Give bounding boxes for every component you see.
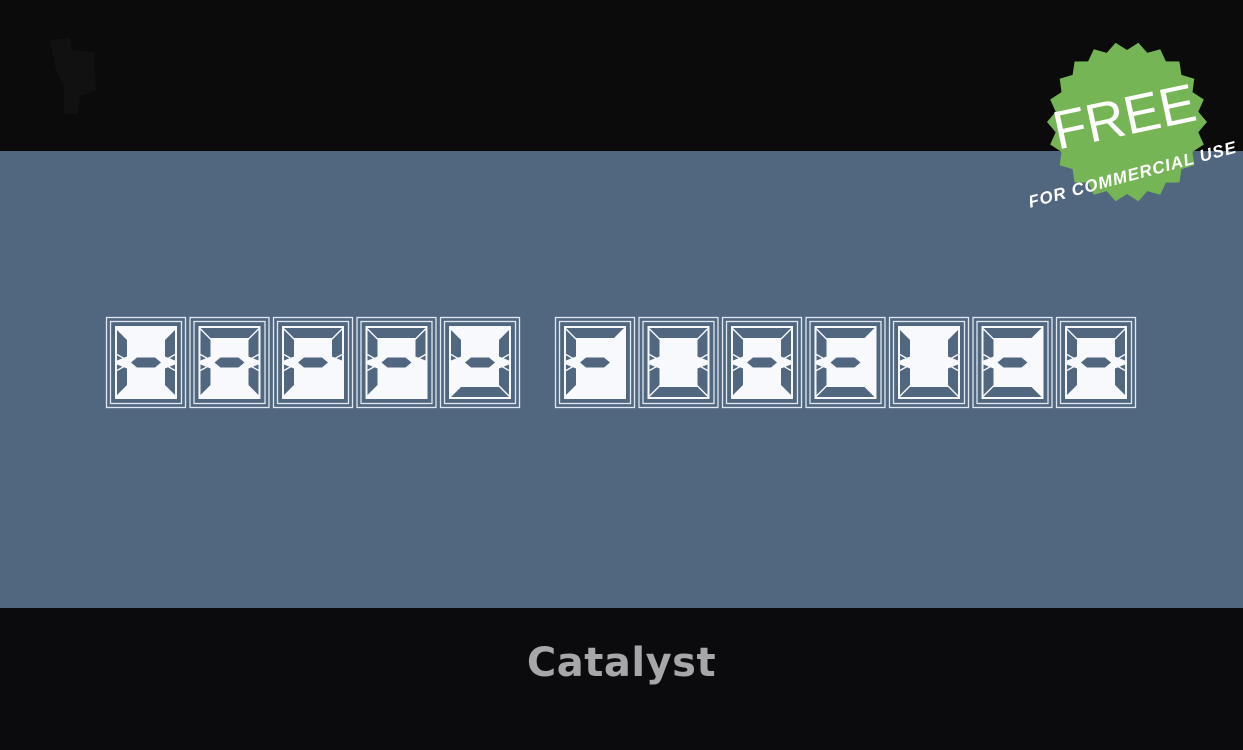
free-commercial-badge: FREE FOR COMMERCIAL USE	[1030, 42, 1239, 210]
preview-panel	[0, 151, 1243, 608]
font-name-label[interactable]: Catalyst	[0, 640, 1243, 686]
site-logo-icon	[50, 38, 96, 114]
